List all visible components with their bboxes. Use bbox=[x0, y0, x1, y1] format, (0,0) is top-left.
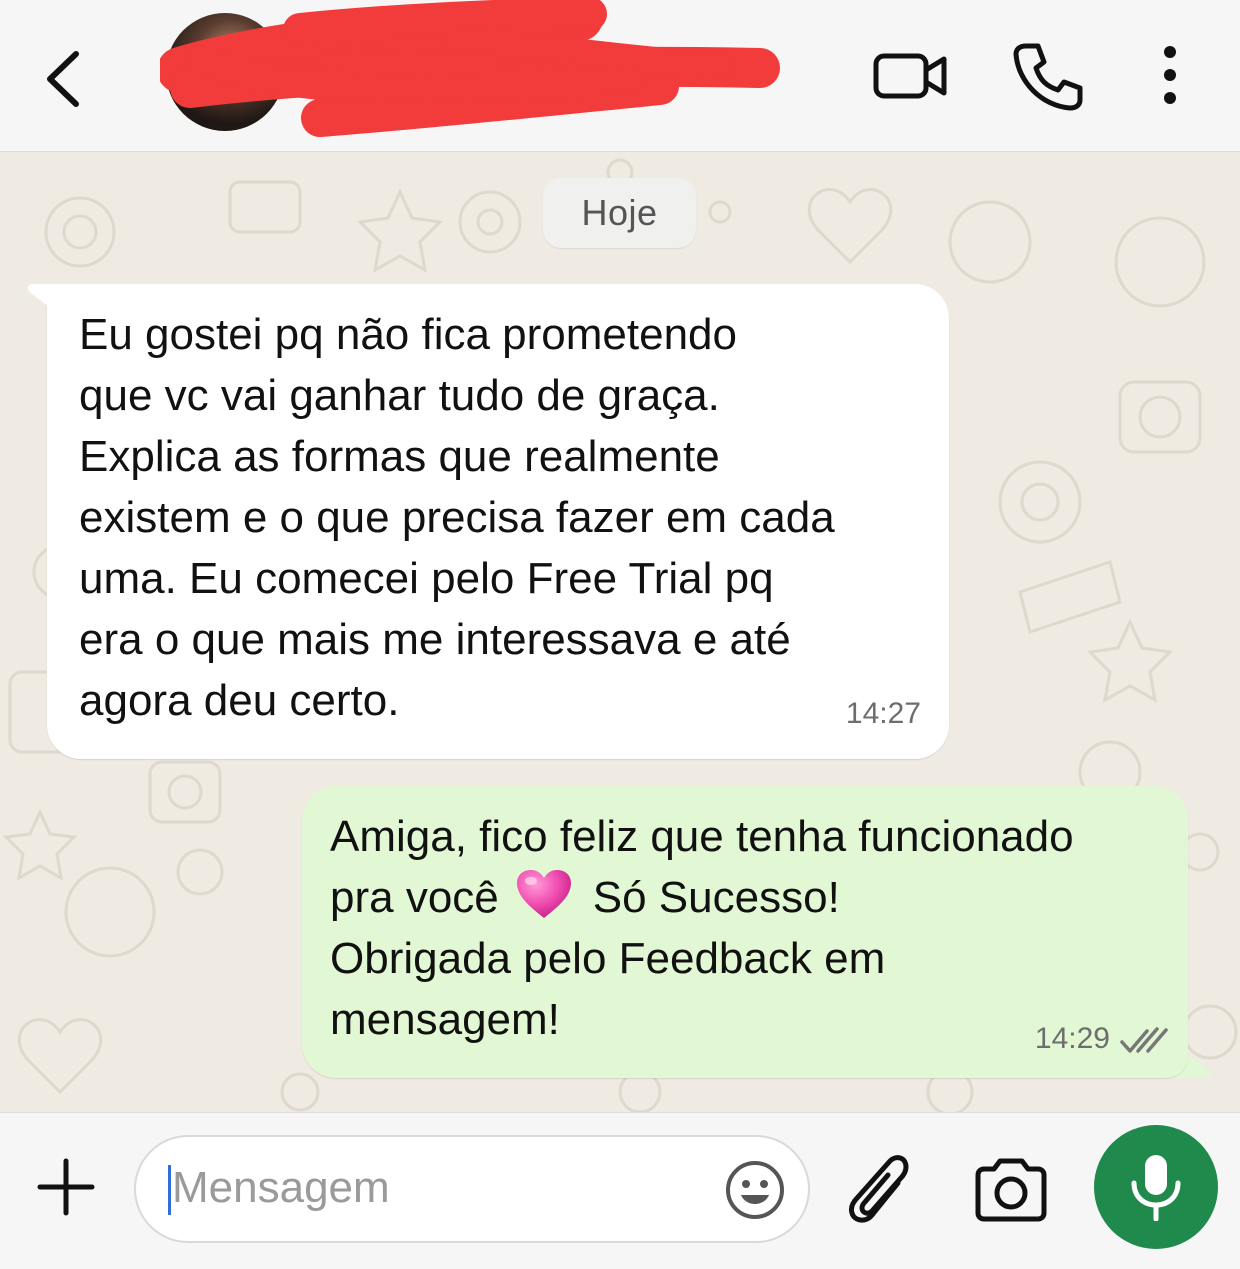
more-options-button[interactable] bbox=[1150, 44, 1190, 110]
video-call-button[interactable] bbox=[870, 48, 950, 104]
date-separator: Hoje bbox=[543, 178, 696, 248]
emoji-icon bbox=[726, 1161, 784, 1219]
back-button[interactable] bbox=[36, 42, 96, 112]
outgoing-message-bubble[interactable]: Amiga, fico feliz que tenha funcionado p… bbox=[302, 786, 1188, 1078]
message-line-2-end: Só Sucesso! bbox=[592, 873, 840, 922]
message-input[interactable]: Mensagem bbox=[134, 1135, 810, 1243]
pink-heart-emoji-icon bbox=[516, 870, 571, 918]
microphone-icon bbox=[1131, 1155, 1181, 1221]
phone-icon bbox=[1013, 43, 1083, 111]
camera-button[interactable] bbox=[972, 1157, 1050, 1223]
chat-header bbox=[0, 0, 1240, 152]
plus-icon bbox=[37, 1158, 95, 1216]
message-text: Eu gostei pq não fica prometendo que vc … bbox=[79, 310, 835, 725]
message-lines-rest: Obrigada pelo Feedback em mensagem! bbox=[330, 934, 886, 1044]
attach-file-button[interactable] bbox=[846, 1153, 912, 1229]
contact-avatar[interactable] bbox=[166, 13, 284, 131]
voice-message-button[interactable] bbox=[1094, 1125, 1218, 1249]
chevron-left-icon bbox=[47, 51, 79, 107]
video-camera-icon bbox=[873, 53, 947, 99]
text-caret bbox=[168, 1165, 171, 1215]
message-line-1: Amiga, fico feliz que tenha funcionado bbox=[330, 812, 1074, 861]
read-receipt-double-check-icon bbox=[1120, 1027, 1168, 1053]
message-text: Amiga, fico feliz que tenha funcionado p… bbox=[330, 806, 1180, 1050]
message-input-bar: Mensagem bbox=[0, 1112, 1240, 1269]
incoming-message-bubble[interactable]: Eu gostei pq não fica prometendo que vc … bbox=[47, 284, 949, 759]
paperclip-icon bbox=[849, 1155, 909, 1223]
chat-area[interactable]: Hoje Eu gostei pq não fica prometendo qu… bbox=[0, 152, 1240, 1112]
more-vertical-icon bbox=[1164, 46, 1176, 104]
message-input-placeholder: Mensagem bbox=[172, 1163, 390, 1212]
message-time: 14:29 bbox=[1034, 1022, 1110, 1055]
emoji-button[interactable] bbox=[724, 1159, 786, 1221]
voice-call-button[interactable] bbox=[1010, 40, 1084, 112]
camera-icon bbox=[975, 1158, 1047, 1222]
message-line-2-start: pra você bbox=[330, 873, 499, 922]
add-attachment-button[interactable] bbox=[36, 1157, 96, 1217]
message-time: 14:27 bbox=[845, 697, 921, 730]
